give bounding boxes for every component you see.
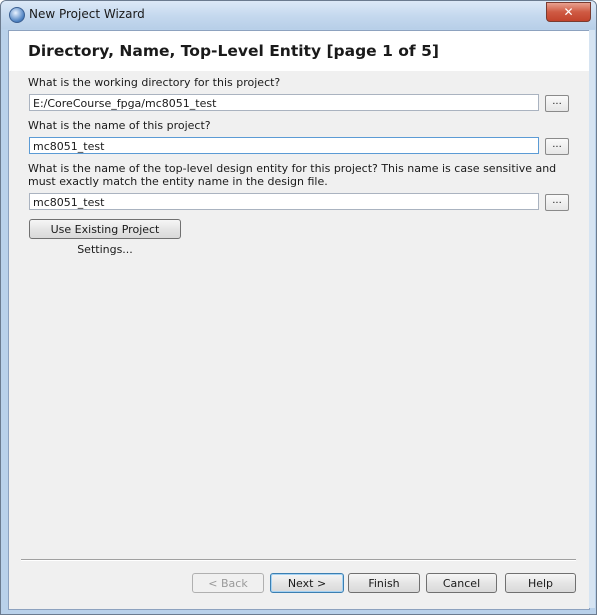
- window-frame-edge: [589, 30, 595, 608]
- page-header: Directory, Name, Top-Level Entity [page …: [9, 31, 589, 71]
- footer-divider: [21, 559, 576, 561]
- next-button[interactable]: Next >: [270, 573, 344, 593]
- project-name-field[interactable]: mc8051_test: [29, 137, 539, 154]
- top-level-entity-question: What is the name of the top-level design…: [28, 162, 557, 188]
- page-title: Directory, Name, Top-Level Entity [page …: [28, 42, 439, 60]
- app-globe-icon: [9, 7, 25, 23]
- top-level-entity-field[interactable]: mc8051_test: [29, 193, 539, 210]
- working-directory-browse-button[interactable]: ...: [545, 95, 569, 112]
- top-level-entity-browse-button[interactable]: ...: [545, 194, 569, 211]
- help-button[interactable]: Help: [505, 573, 576, 593]
- working-directory-field[interactable]: E:/CoreCourse_fpga/mc8051_test: [29, 94, 539, 111]
- new-project-wizard-window: New Project Wizard ✕ Directory, Name, To…: [0, 0, 597, 615]
- project-name-question: What is the name of this project?: [28, 119, 211, 132]
- window-title: New Project Wizard: [29, 7, 145, 21]
- cancel-button[interactable]: Cancel: [426, 573, 497, 593]
- project-name-browse-button[interactable]: ...: [545, 138, 569, 155]
- working-directory-question: What is the working directory for this p…: [28, 76, 281, 89]
- close-button[interactable]: ✕: [546, 2, 591, 22]
- title-bar[interactable]: New Project Wizard ✕: [1, 1, 596, 29]
- wizard-page: Directory, Name, Top-Level Entity [page …: [8, 30, 590, 610]
- back-button[interactable]: < Back: [192, 573, 264, 593]
- use-existing-settings-button[interactable]: Use Existing Project Settings...: [29, 219, 181, 256]
- finish-button[interactable]: Finish: [348, 573, 420, 593]
